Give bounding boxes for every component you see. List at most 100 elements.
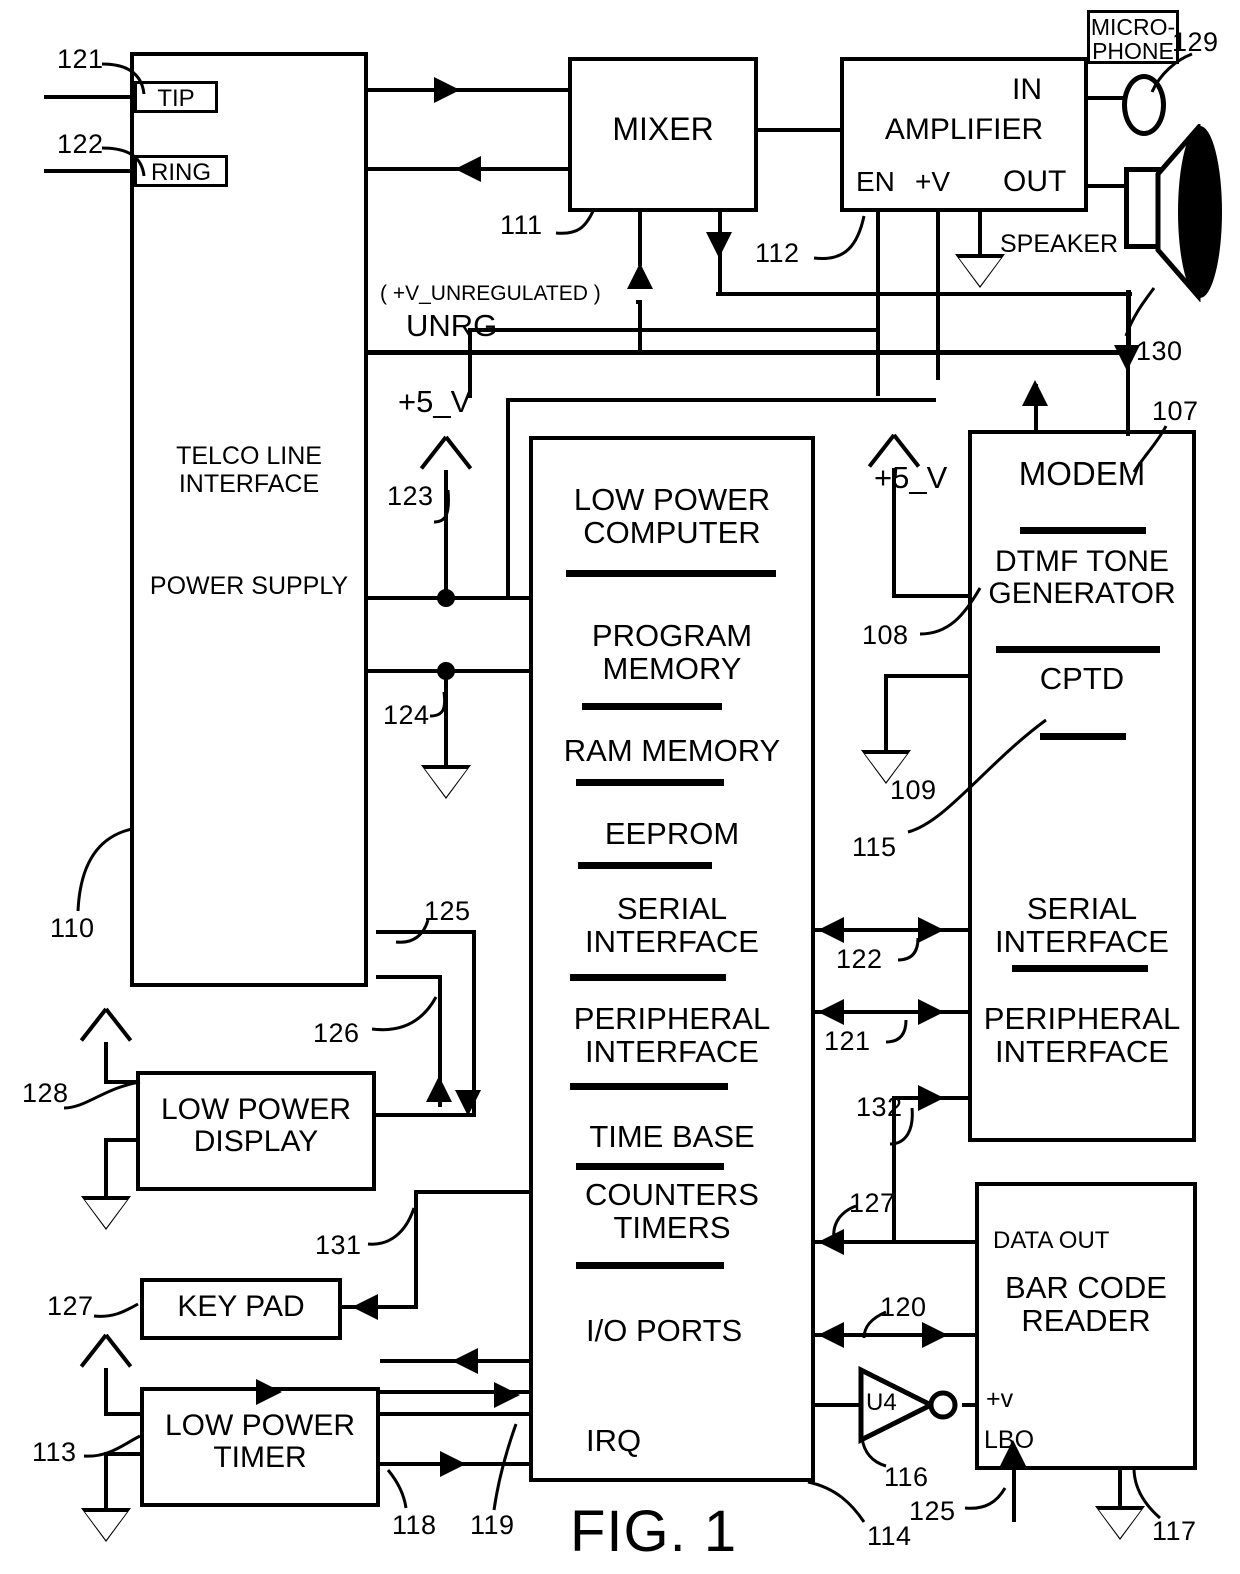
v5-riser-top — [506, 398, 936, 402]
amp-en-drop — [876, 210, 880, 396]
display-gnd-stem — [104, 1138, 108, 1198]
unrg-bus-wire — [366, 350, 1131, 355]
key-pad-label: KEY PAD — [177, 1290, 305, 1323]
computer-section-peripheral-interface: PERIPHERAL INTERFACE — [573, 1001, 771, 1069]
mixer-down-to-bus — [716, 292, 1132, 296]
leader-108 — [919, 587, 982, 636]
ref-124: 124 — [383, 700, 430, 730]
tip-pin-label: TIP — [157, 85, 195, 112]
arrow-keypad-left — [352, 1294, 378, 1320]
computer-divider-3 — [576, 779, 724, 786]
leader-121-link — [885, 1019, 908, 1044]
arrow-mixer-down — [706, 232, 732, 258]
mixer-label: MIXER — [612, 111, 714, 147]
telco-mixer-tx-wire — [366, 88, 570, 92]
low-power-computer-title: LOW POWER COMPUTER — [573, 482, 771, 550]
timer-in-wire — [380, 1359, 532, 1363]
unrg-mixer-feed — [638, 300, 642, 352]
amplifier-out-pin: OUT — [1003, 165, 1067, 198]
amp-in-mic-wire — [1086, 96, 1126, 100]
arrow-serial-left — [818, 917, 844, 943]
power-supply-label: POWER SUPPLY — [149, 572, 349, 600]
leader-114 — [807, 1480, 866, 1523]
ref-107: 107 — [1152, 396, 1199, 426]
display-ctrl-wire — [376, 975, 442, 979]
modem-section-dtmf: DTMF TONE GENERATOR — [988, 545, 1176, 610]
telco-line-interface-box[interactable] — [130, 52, 368, 987]
amplifier-en-pin: EN — [856, 166, 895, 197]
speaker-label: SPEAKER — [1000, 230, 1119, 258]
amp-gnd-stub — [978, 210, 982, 256]
telco-line-interface-label: TELCO LINE — [176, 442, 322, 470]
arrow-lbo-up — [1000, 1440, 1026, 1466]
timer-out-wire-a — [380, 1412, 532, 1416]
modem-section-cptd: CPTD — [1039, 661, 1125, 696]
leader-127-link — [832, 1204, 857, 1241]
figure-caption: FIG. 1 — [570, 1499, 738, 1564]
leader-107 — [1132, 425, 1168, 473]
computer-divider-7 — [576, 1163, 724, 1170]
modem-gnd-stem — [884, 674, 888, 754]
patent-figure: TELCO LINE INTERFACE POWER SUPPLY TIP RI… — [0, 0, 1240, 1574]
keypad-riser-top — [414, 1190, 530, 1194]
ref-121: 121 — [57, 44, 104, 74]
computer-port-irq: IRQ — [586, 1423, 642, 1458]
ref-121-link: 121 — [824, 1026, 871, 1056]
leader-123 — [433, 489, 450, 524]
mixer-amp-wire — [756, 128, 844, 132]
unregulated-note: ( +V_UNREGULATED ) — [380, 282, 601, 305]
arrow-120-right — [922, 1322, 948, 1348]
low-power-display-label: LOW POWER DISPLAY — [160, 1093, 351, 1158]
barcode-dataout-pin: DATA OUT — [993, 1227, 1110, 1254]
ref-127: 127 — [47, 1291, 94, 1321]
unrg-mixer-branch — [636, 300, 640, 304]
computer-ground-icon — [421, 765, 471, 799]
leader-132 — [889, 1107, 914, 1146]
computer-divider-5 — [570, 974, 726, 981]
ref-123: 123 — [387, 481, 434, 511]
modem-gnd-wire — [884, 674, 972, 678]
unrg-label: UNRG — [406, 308, 498, 343]
telco-line-interface-label2: INTERFACE — [178, 470, 320, 498]
arrow-timer-out-b — [440, 1451, 466, 1477]
ref-122-link: 122 — [836, 944, 883, 974]
arrow-126-down — [455, 1090, 481, 1116]
modem-divider-1 — [1020, 527, 1146, 534]
barcode-v-pin: +v — [986, 1385, 1014, 1413]
modem-section-serial-interface: SERIAL INTERFACE — [995, 891, 1169, 959]
leader-126 — [371, 996, 438, 1032]
arrow-timer-out-a — [494, 1382, 520, 1408]
v5-right-stem — [892, 468, 896, 598]
timer-supply-stem — [104, 1368, 108, 1414]
amp-v-drop — [936, 210, 940, 380]
timer-irq-wire — [380, 1390, 532, 1394]
arrow-timer-irq — [256, 1379, 282, 1405]
leader-118 — [386, 1469, 408, 1509]
computer-divider-6 — [570, 1083, 728, 1090]
arrow-unrg-to-mixer — [627, 263, 653, 289]
arrow-mixer-to-telco — [455, 156, 481, 182]
ref-115: 115 — [852, 832, 897, 862]
low-power-timer-label: LOW POWER TIMER — [164, 1409, 355, 1474]
ref-118: 118 — [392, 1510, 437, 1540]
ref-119: 119 — [470, 1510, 515, 1540]
ref-113: 113 — [32, 1437, 77, 1467]
display-ground-icon — [81, 1196, 131, 1230]
timer-ground-icon — [81, 1508, 131, 1542]
barcode-gnd-stem — [1118, 1470, 1122, 1508]
leader-122 — [101, 146, 146, 177]
leader-125-lbo — [964, 1487, 1007, 1510]
bar-code-reader-label: BAR CODE READER — [1005, 1270, 1167, 1338]
amp-out-speaker-wire — [1086, 184, 1128, 188]
ring-pin-label: RING — [151, 159, 211, 186]
en-bus-wire — [468, 328, 878, 332]
ref-111: 111 — [500, 210, 543, 240]
computer-section-serial-interface: SERIAL INTERFACE — [585, 891, 759, 959]
computer-divider-2 — [582, 703, 722, 710]
mixer-down-wire — [718, 256, 722, 294]
v5-riser-to-amp — [506, 398, 510, 598]
ref-122: 122 — [57, 129, 104, 159]
computer-section-eeprom: EEPROM — [604, 816, 740, 851]
leader-121 — [101, 62, 146, 95]
ref-108: 108 — [862, 620, 909, 650]
